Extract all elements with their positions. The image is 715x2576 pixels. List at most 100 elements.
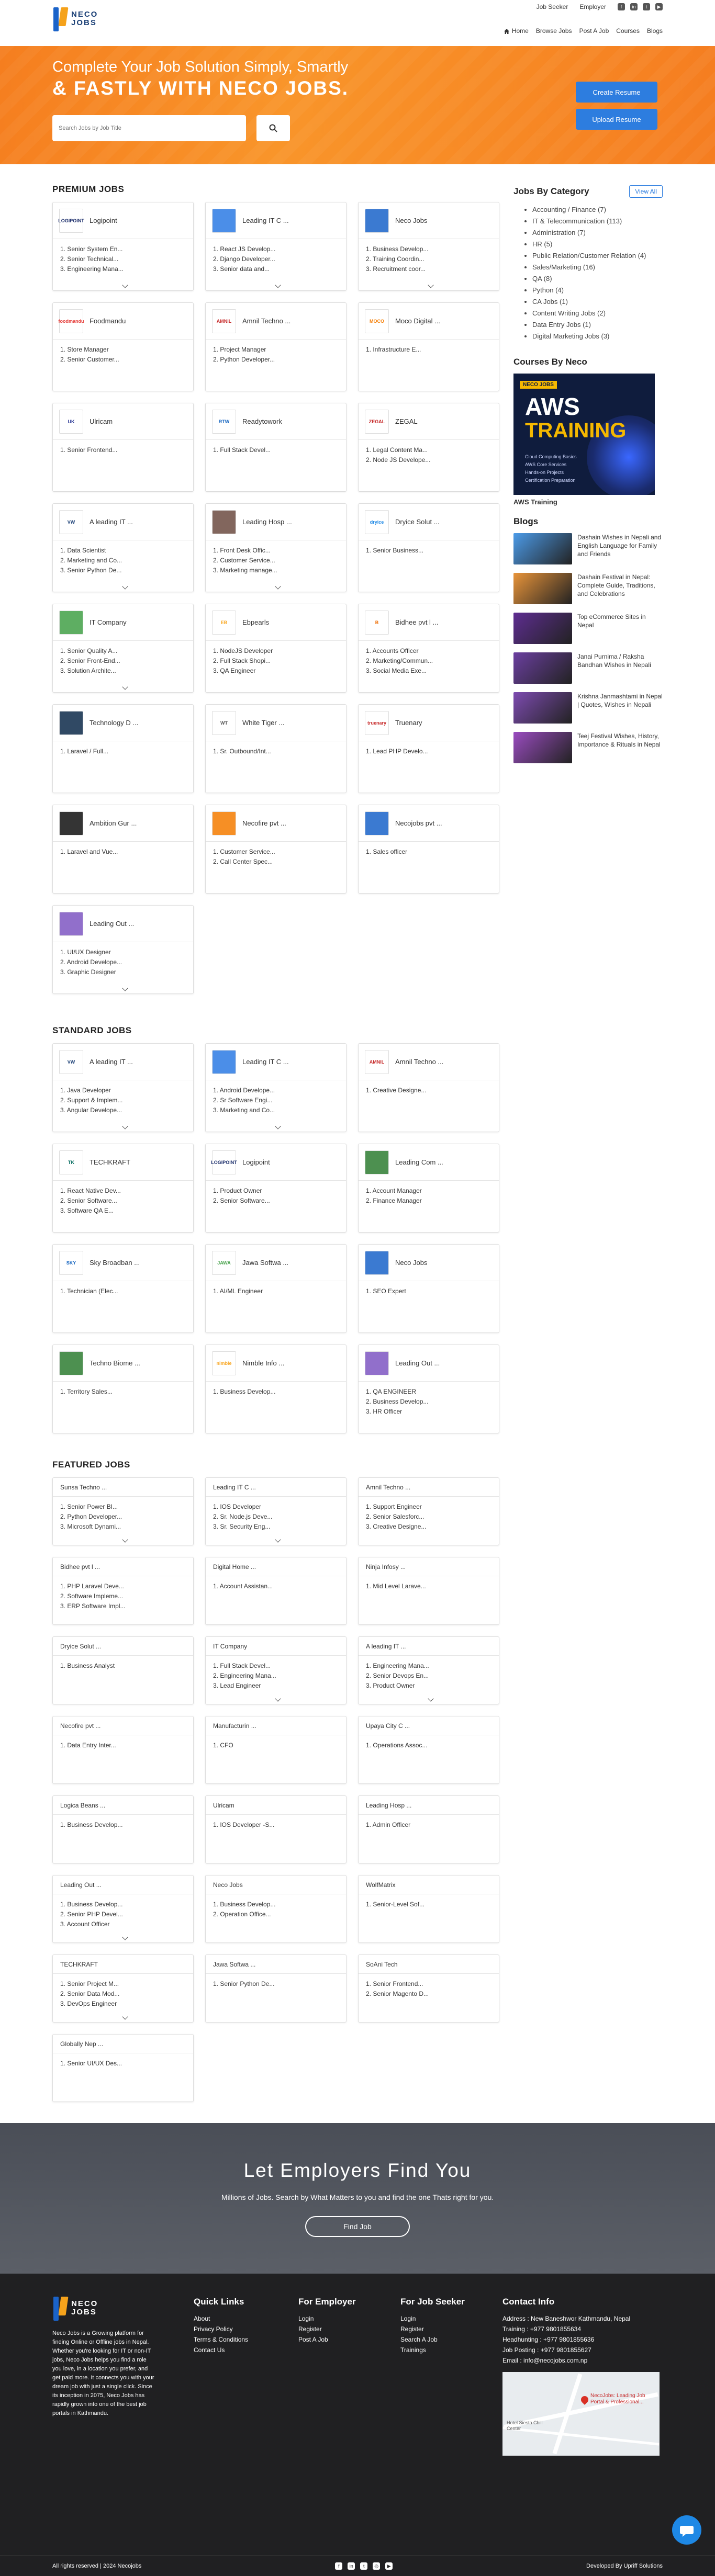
employer-link[interactable]: Employer bbox=[579, 3, 606, 10]
footer-facebook-icon[interactable]: f bbox=[335, 2562, 343, 2570]
job-title-link[interactable]: 1. Senior Frontend... bbox=[60, 445, 186, 455]
blog-item[interactable]: Top eCommerce Sites in Nepal bbox=[513, 613, 663, 644]
job-title-link[interactable]: 1. Senior-Level Sof... bbox=[366, 1900, 491, 1910]
job-title-link[interactable]: 2. Django Developer... bbox=[213, 254, 339, 264]
category-item[interactable]: Python (4) bbox=[532, 285, 663, 296]
job-title-link[interactable]: 1. SEO Expert bbox=[366, 1286, 491, 1296]
blog-item[interactable]: Janai Purnima / Raksha Bandhan Wishes in… bbox=[513, 652, 663, 684]
job-title-link[interactable]: 1. Senior Project M... bbox=[60, 1979, 186, 1989]
view-all-categories-button[interactable]: View All bbox=[629, 185, 663, 198]
job-card[interactable]: MOCO Moco Digital ... 1. Infrastructure E.… bbox=[358, 302, 499, 391]
job-title-link[interactable]: 2. Senior Software... bbox=[213, 1196, 339, 1206]
blog-thumbnail[interactable] bbox=[513, 692, 572, 724]
company-name[interactable]: Dryice Solut ... bbox=[53, 1637, 193, 1656]
company-name[interactable]: A leading IT ... bbox=[90, 1058, 133, 1066]
featured-job-card[interactable]: Ulricam 1. IOS Developer -S... bbox=[205, 1795, 347, 1863]
featured-job-card[interactable]: Globally Nep ... 1. Senior UI/UX Des... bbox=[52, 2034, 194, 2102]
job-title-link[interactable]: 2. Senior Devops En... bbox=[366, 1671, 491, 1681]
employer-link[interactable]: Login bbox=[298, 2313, 379, 2324]
company-name[interactable]: Logica Beans ... bbox=[53, 1796, 193, 1815]
seeker-link[interactable]: Trainings bbox=[400, 2345, 482, 2355]
category-item[interactable]: HR (5) bbox=[532, 239, 663, 250]
company-name[interactable]: Neco Jobs bbox=[395, 1259, 427, 1267]
job-card[interactable]: IT Company 1. Senior Quality A... 2. Senio… bbox=[52, 604, 194, 693]
company-name[interactable]: Amnil Techno ... bbox=[242, 317, 291, 325]
job-card[interactable]: Technology D ... 1. Laravel / Full... bbox=[52, 704, 194, 793]
blog-item[interactable]: Dashain Wishes in Nepali and English Lan… bbox=[513, 533, 663, 564]
featured-job-card[interactable]: Leading Out ... 1. Business Develop... 2. … bbox=[52, 1875, 194, 1943]
blog-title[interactable]: Dashain Festival in Nepal: Complete Guid… bbox=[577, 573, 663, 604]
job-card[interactable]: JAWA Jawa Softwa ... 1. AI/ML Engineer bbox=[205, 1244, 347, 1333]
company-name[interactable]: TECHKRAFT bbox=[53, 1955, 193, 1974]
featured-job-card[interactable]: Logica Beans ... 1. Business Develop... bbox=[52, 1795, 194, 1863]
job-title-link[interactable]: 1. Admin Officer bbox=[366, 1820, 491, 1830]
company-name[interactable]: Technology D ... bbox=[90, 719, 138, 727]
job-title-link[interactable]: 2. Call Center Spec... bbox=[213, 857, 339, 867]
company-name[interactable]: Amnil Techno ... bbox=[395, 1058, 443, 1066]
job-title-link[interactable]: 1. Business Develop... bbox=[213, 1387, 339, 1397]
job-title-link[interactable]: 1. Engineering Mana... bbox=[366, 1661, 491, 1671]
blog-title[interactable]: Top eCommerce Sites in Nepal bbox=[577, 613, 663, 644]
job-title-link[interactable]: 2. Python Developer... bbox=[213, 355, 339, 365]
job-card[interactable]: Necojobs pvt ... 1. Sales officer bbox=[358, 805, 499, 894]
company-name[interactable]: Leading Com ... bbox=[395, 1158, 443, 1166]
course-image[interactable]: NECO JOBS AWS TRAINING Cloud Computing B… bbox=[513, 374, 655, 495]
company-name[interactable]: Neco Jobs bbox=[395, 217, 427, 224]
job-title-link[interactable]: 1. Senior UI/UX Des... bbox=[60, 2059, 186, 2069]
company-name[interactable]: Ambition Gur ... bbox=[90, 819, 137, 827]
job-title-link[interactable]: 3. QA Engineer bbox=[213, 666, 339, 676]
job-card[interactable]: UK Ulricam 1. Senior Frontend... bbox=[52, 403, 194, 492]
job-title-link[interactable]: 3. Recruitment coor... bbox=[366, 264, 491, 274]
blog-thumbnail[interactable] bbox=[513, 732, 572, 763]
upload-resume-button[interactable]: Upload Resume bbox=[576, 109, 657, 130]
location-map[interactable]: NecoJobs: Leading Job Portal & Professio… bbox=[502, 2372, 660, 2456]
nav-post-a-job[interactable]: Post A Job bbox=[579, 27, 609, 35]
blog-title[interactable]: Krishna Janmashtami in Nepal | Quotes, W… bbox=[577, 692, 663, 724]
job-title-link[interactable]: 1. Business Develop... bbox=[213, 1900, 339, 1910]
category-item[interactable]: IT & Telecommunication (113) bbox=[532, 216, 663, 227]
job-title-link[interactable]: 2. Sr. Node.js Deve... bbox=[213, 1512, 339, 1522]
job-title-link[interactable]: 1. Accounts Officer bbox=[366, 646, 491, 656]
company-name[interactable]: Ebpearls bbox=[242, 618, 269, 626]
job-title-link[interactable]: 2. Marketing and Co... bbox=[60, 556, 186, 566]
chevron-down-icon[interactable] bbox=[122, 1123, 128, 1129]
job-title-link[interactable]: 1. Mid Level Larave... bbox=[366, 1581, 491, 1591]
featured-job-card[interactable]: SoAni Tech 1. Senior Frontend... 2. Senior… bbox=[358, 1954, 499, 2023]
job-title-link[interactable]: 3. Senior data and... bbox=[213, 264, 339, 274]
job-title-link[interactable]: 1. IOS Developer bbox=[213, 1502, 339, 1512]
job-title-link[interactable]: 1. Technician (Elec... bbox=[60, 1286, 186, 1296]
job-title-link[interactable]: 1. Account Manager bbox=[366, 1186, 491, 1196]
job-title-link[interactable]: 1. Full Stack Devel... bbox=[213, 1661, 339, 1671]
job-title-link[interactable]: 3. Account Officer bbox=[60, 1919, 186, 1929]
job-title-link[interactable]: 1. Account Assistan... bbox=[213, 1581, 339, 1591]
job-title-link[interactable]: 2. Senior Customer... bbox=[60, 355, 186, 365]
job-title-link[interactable]: 1. Senior System En... bbox=[60, 244, 186, 254]
job-card[interactable]: VW A leading IT ... 1. Data Scientist 2. Ma… bbox=[52, 503, 194, 592]
job-title-link[interactable]: 1. Laravel and Vue... bbox=[60, 847, 186, 857]
company-name[interactable]: Amnil Techno ... bbox=[359, 1478, 499, 1497]
category-item[interactable]: Data Entry Jobs (1) bbox=[532, 319, 663, 331]
job-title-link[interactable]: 2. Senior Front-End... bbox=[60, 656, 186, 666]
job-title-link[interactable]: 1. Data Scientist bbox=[60, 546, 186, 556]
job-card[interactable]: Leading Out ... 1. QA ENGINEER 2. Business… bbox=[358, 1345, 499, 1433]
category-item[interactable]: Sales/Marketing (16) bbox=[532, 262, 663, 273]
job-card[interactable]: VW A leading IT ... 1. Java Developer 2. Su… bbox=[52, 1043, 194, 1132]
job-title-link[interactable]: 3. Senior Python De... bbox=[60, 566, 186, 575]
job-title-link[interactable]: 2. Senior Magento D... bbox=[366, 1989, 491, 1999]
blog-item[interactable]: Krishna Janmashtami in Nepal | Quotes, W… bbox=[513, 692, 663, 724]
job-title-link[interactable]: 2. Full Stack Shopi... bbox=[213, 656, 339, 666]
featured-job-card[interactable]: WolfMatrix 1. Senior-Level Sof... bbox=[358, 1875, 499, 1943]
job-card[interactable]: AMNIL Amnil Techno ... 1. Project Manager 2… bbox=[205, 302, 347, 391]
job-card[interactable]: Leading Com ... 1. Account Manager 2. Fina… bbox=[358, 1144, 499, 1233]
job-title-link[interactable]: 1. Senior Power BI... bbox=[60, 1502, 186, 1512]
job-title-link[interactable]: 3. DevOps Engineer bbox=[60, 1999, 186, 2009]
category-item[interactable]: QA (8) bbox=[532, 273, 663, 285]
job-title-link[interactable]: 1. Senior Python De... bbox=[213, 1979, 339, 1989]
blog-title[interactable]: Janai Purnima / Raksha Bandhan Wishes in… bbox=[577, 652, 663, 684]
category-item[interactable]: Digital Marketing Jobs (3) bbox=[532, 331, 663, 342]
job-title-link[interactable]: 1. Territory Sales... bbox=[60, 1387, 186, 1397]
job-title-link[interactable]: 2. Android Develope... bbox=[60, 957, 186, 967]
job-title-link[interactable]: 1. NodeJS Developer bbox=[213, 646, 339, 656]
company-name[interactable]: Leading Hosp ... bbox=[359, 1796, 499, 1815]
job-title-link[interactable]: 1. React Native Dev... bbox=[60, 1186, 186, 1196]
